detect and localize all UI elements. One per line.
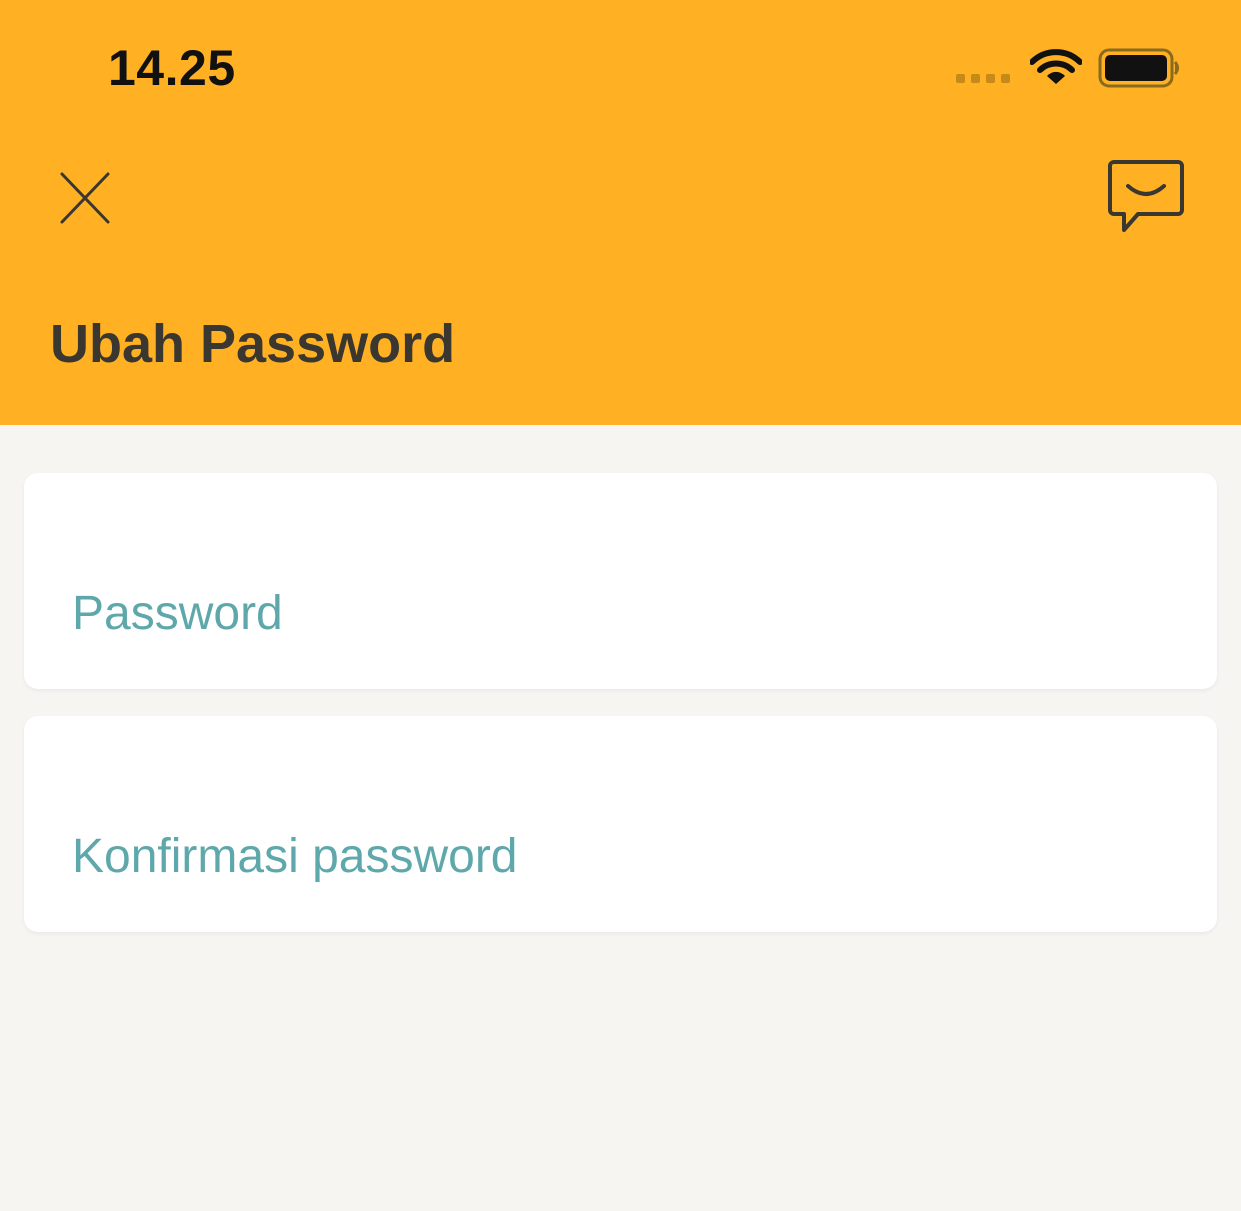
page-title: Ubah Password [50,314,456,374]
password-input[interactable] [72,583,1162,643]
chat-support-button[interactable] [1106,158,1186,238]
status-time: 14.25 [108,40,236,96]
confirm-password-field-card [24,716,1217,932]
wifi-icon [1030,49,1082,84]
close-button[interactable] [55,168,115,228]
cellular-signal-icon [956,74,1010,83]
battery-icon [1098,48,1179,88]
app-header: 14.25 Ubah Password [0,0,1241,425]
chat-bubble-smile-icon [1108,160,1184,232]
close-icon [60,172,110,224]
password-field-card [24,473,1217,689]
confirm-password-input[interactable] [72,826,1162,886]
